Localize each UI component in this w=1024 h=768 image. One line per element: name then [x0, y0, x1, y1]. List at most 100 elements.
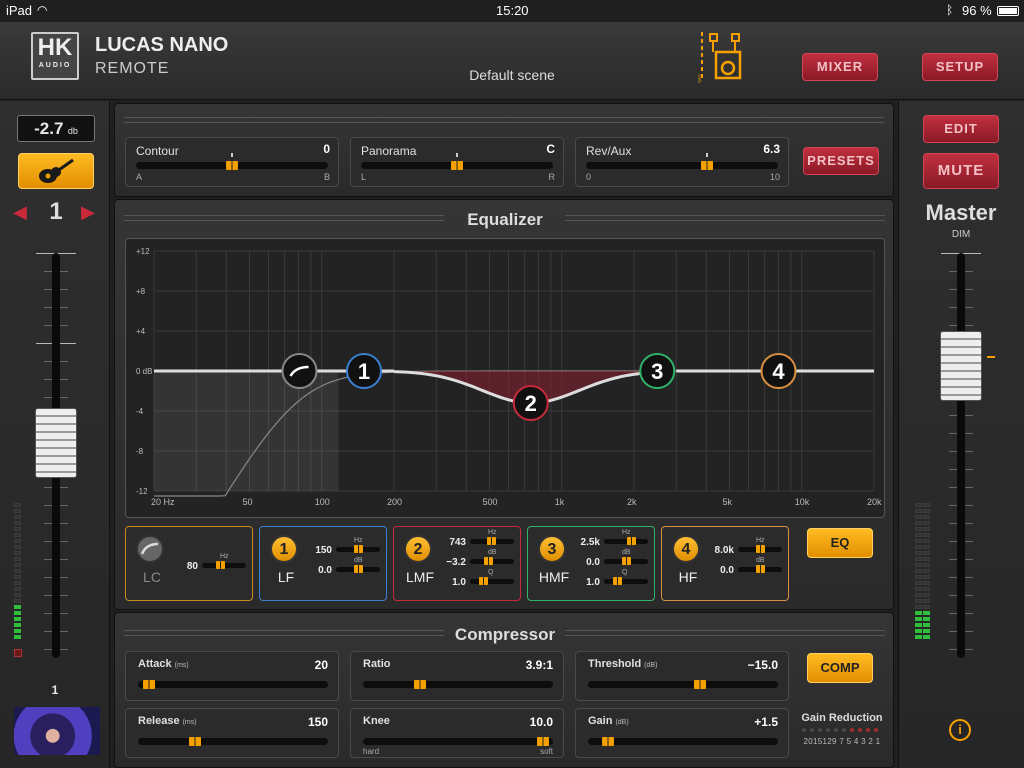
comp-slider-handle[interactable] [694, 680, 707, 689]
band-param-handle[interactable] [627, 537, 637, 545]
band-number-badge[interactable]: 1 [270, 535, 298, 563]
channel-instrument-button[interactable] [18, 153, 94, 189]
comp-slider-track[interactable] [138, 681, 328, 688]
comp-slider-track[interactable] [363, 681, 553, 688]
control-slider-handle[interactable] [700, 161, 713, 170]
control-label: Contour [136, 144, 179, 158]
meter-led [915, 503, 922, 507]
brand-title: LUCAS NANO [95, 34, 229, 56]
eq-band-hf[interactable]: 4 HF 8.0k Hz 0.0 dB [661, 526, 789, 601]
meter-led [14, 539, 21, 543]
eq-band-lmf[interactable]: 2 LMF 743 Hz −3.2 dB 1.0 Q [393, 526, 521, 601]
comp-slider-track[interactable] [588, 681, 778, 688]
mute-button[interactable]: MUTE [923, 153, 999, 189]
comp-label: Release (ms) [138, 715, 197, 727]
lowcut-band-icon[interactable] [136, 535, 164, 563]
presets-button[interactable]: PRESETS [803, 147, 879, 175]
setup-button[interactable]: SETUP [922, 53, 998, 81]
scene-name[interactable]: Default scene [462, 67, 562, 83]
control-rev-aux[interactable]: Rev/Aux 6.3 0 10 [575, 137, 789, 187]
comp-release[interactable]: Release (ms) 150 [125, 708, 339, 758]
comp-value: 150 [307, 715, 328, 729]
band-param-handle[interactable] [756, 565, 765, 573]
control-contour[interactable]: Contour 0 A B [125, 137, 339, 187]
comp-slider-handle[interactable] [537, 737, 550, 746]
lowcut-node[interactable] [281, 353, 318, 389]
band-param-track[interactable] [470, 579, 514, 584]
comp-slider-handle[interactable] [414, 680, 427, 689]
control-label: Rev/Aux [586, 144, 632, 158]
band-param-handle[interactable] [613, 577, 623, 585]
comp-attack[interactable]: Attack (ms) 20 [125, 651, 339, 701]
band-param-handle[interactable] [483, 557, 493, 565]
channel-fader-cap[interactable] [35, 408, 77, 479]
comp-slider-handle[interactable] [602, 737, 615, 746]
eq-band-hmf[interactable]: 3 HMF 2.5k Hz 0.0 dB 1.0 Q [527, 526, 655, 601]
band-number-badge[interactable]: 4 [672, 535, 700, 563]
band-param-handle[interactable] [622, 557, 631, 565]
comp-unit: (dB) [644, 662, 658, 669]
mixer-button[interactable]: MIXER [802, 53, 878, 81]
meter-led [14, 605, 21, 609]
meter-led [923, 515, 930, 519]
band-param-handle[interactable] [354, 545, 363, 553]
channel-bottom-number: 1 [51, 683, 59, 697]
control-slider-handle[interactable] [226, 161, 238, 170]
comp-knee[interactable]: Knee 10.0 hard soft [350, 708, 564, 758]
meter-led [915, 593, 922, 597]
meter-led [923, 605, 930, 609]
comp-slider-track[interactable] [363, 738, 553, 745]
band-param-handle[interactable] [479, 577, 489, 585]
gr-led [858, 728, 862, 732]
comp-slider-handle[interactable] [189, 737, 202, 746]
band-param-handle[interactable] [487, 537, 497, 545]
master-fader-cap[interactable] [940, 331, 982, 402]
control-panorama[interactable]: Panorama C L R [350, 137, 564, 187]
control-slider-handle[interactable] [451, 161, 463, 170]
channel-photo-avatar[interactable] [14, 707, 100, 755]
control-slider-track[interactable] [586, 162, 778, 169]
comp-ratio[interactable]: Ratio 3.9:1 [350, 651, 564, 701]
channel-gain-display[interactable]: -2.7 db [17, 115, 95, 142]
band-param-handle[interactable] [215, 561, 225, 569]
eq-toggle-button[interactable]: EQ [807, 528, 873, 558]
band-param-handle[interactable] [354, 565, 363, 573]
eq-x-tick: 1k [555, 497, 565, 507]
eq-grip-right [565, 215, 885, 221]
band-param-track[interactable] [604, 579, 648, 584]
comp-toggle-button[interactable]: COMP [807, 653, 873, 683]
meter-led [923, 635, 930, 639]
device-connection-icon[interactable]: ᛒ [694, 30, 750, 86]
battery-icon [997, 6, 1019, 16]
hk-logo: HK AUDIO [31, 32, 79, 80]
edit-button[interactable]: EDIT [923, 115, 999, 143]
meter-led [14, 599, 21, 603]
meter-led [923, 563, 930, 567]
eq-band-lf[interactable]: 1 LF 150 Hz 0.0 dB [259, 526, 387, 601]
info-icon[interactable]: i [949, 719, 971, 741]
master-strip: EDIT MUTE Master DIM i [898, 101, 1024, 768]
band-name: LC [143, 569, 161, 585]
master-dim-label[interactable]: DIM [899, 229, 1023, 240]
band-param-value: 80 [186, 561, 198, 572]
comp-slider-track[interactable] [588, 738, 778, 745]
comp-gain[interactable]: Gain (dB) +1.5 [575, 708, 789, 758]
comp-threshold[interactable]: Threshold (dB) −15.0 [575, 651, 789, 701]
eq-response-graph[interactable]: +12 +8 +4 0 dB -4 -8 -1220 Hz 50 100 200 500 1k 2k 5k… [126, 239, 884, 517]
meter-led [915, 551, 922, 555]
eq-band-lc[interactable]: LC 80 Hz [125, 526, 253, 601]
eq-y-tick: +4 [136, 327, 146, 336]
band-number-badge[interactable]: 3 [538, 535, 566, 563]
band-name: HF [678, 569, 698, 585]
comp-slider-track[interactable] [138, 738, 328, 745]
comp-value: 10.0 [529, 715, 553, 729]
band-param-track[interactable] [604, 539, 648, 544]
comp-slider-handle[interactable] [143, 680, 156, 689]
channel-next-arrow[interactable]: ▶ [81, 202, 95, 223]
meter-led [14, 623, 21, 627]
band-param-handle[interactable] [756, 545, 765, 553]
channel-strip: -2.7 db ◀ 1 ▶ 1 [0, 101, 110, 768]
channel-prev-arrow[interactable]: ◀ [13, 202, 27, 223]
band-number-badge[interactable]: 2 [404, 535, 432, 563]
master-fader-track[interactable] [957, 253, 965, 658]
